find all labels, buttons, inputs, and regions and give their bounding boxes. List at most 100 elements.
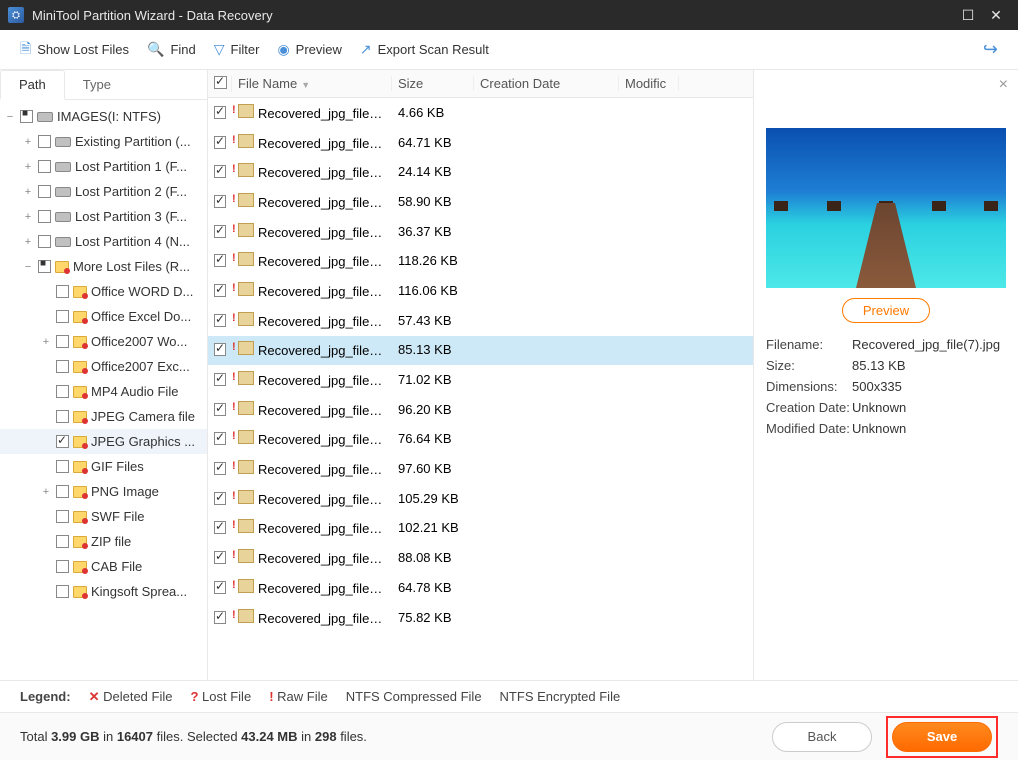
file-row[interactable]: Recovered_jpg_file(78).j... 75.82 KB xyxy=(208,603,753,633)
file-icon xyxy=(238,104,254,118)
tree-item[interactable]: Office Excel Do... xyxy=(0,304,207,329)
row-checkbox[interactable] xyxy=(214,403,226,416)
file-icon xyxy=(238,609,254,623)
file-row[interactable]: Recovered_jpg_file(66).j... 36.37 KB xyxy=(208,217,753,247)
meta-size: 85.13 KB xyxy=(852,358,1006,373)
preview-button[interactable]: ◉Preview xyxy=(277,41,341,58)
row-checkbox[interactable] xyxy=(214,581,226,594)
row-checkbox[interactable] xyxy=(214,432,226,445)
file-row[interactable]: Recovered_jpg_file(72).j... 76.64 KB xyxy=(208,425,753,455)
file-row[interactable]: Recovered_jpg_file(69).j... 57.43 KB xyxy=(208,306,753,336)
tree-item[interactable]: +Lost Partition 3 (F... xyxy=(0,204,207,229)
tree-item[interactable]: Office WORD D... xyxy=(0,279,207,304)
row-checkbox[interactable] xyxy=(214,611,226,624)
tree-item[interactable]: −More Lost Files (R... xyxy=(0,254,207,279)
file-grid[interactable]: Recovered_jpg_file(62).j... 4.66 KB Reco… xyxy=(208,98,753,680)
row-checkbox[interactable] xyxy=(214,492,226,505)
lost-mark-icon: ? xyxy=(190,689,198,704)
row-checkbox[interactable] xyxy=(214,551,226,564)
file-row[interactable]: Recovered_jpg_file(75).j... 102.21 KB xyxy=(208,514,753,544)
col-size[interactable]: Size xyxy=(392,76,474,91)
col-filename[interactable]: File Name▼ xyxy=(232,76,392,91)
close-button[interactable]: ✕ xyxy=(982,7,1010,24)
tree-item[interactable]: JPEG Graphics ... xyxy=(0,429,207,454)
row-checkbox[interactable] xyxy=(214,254,226,267)
col-creation-date[interactable]: Creation Date xyxy=(474,76,619,91)
file-row[interactable]: Recovered_jpg_file(76).j... 88.08 KB xyxy=(208,543,753,573)
toolbar: 🗎Show Lost Files 🔍Find ▽Filter ◉Preview … xyxy=(0,30,1018,70)
tree-item[interactable]: +PNG Image xyxy=(0,479,207,504)
tree-root[interactable]: −IMAGES(I: NTFS) xyxy=(0,104,207,129)
preview-thumbnail xyxy=(766,128,1006,288)
tree-item[interactable]: Kingsoft Sprea... xyxy=(0,579,207,604)
file-row[interactable]: Recovered_jpg_file(71).j... 96.20 KB xyxy=(208,395,753,425)
file-icon xyxy=(238,371,254,385)
file-icon: 🗎 xyxy=(20,38,31,62)
find-button[interactable]: 🔍Find xyxy=(147,41,196,58)
preview-panel: × Preview Filename:Recovered_jpg_file(7)… xyxy=(754,70,1018,680)
file-icon xyxy=(238,460,254,474)
file-icon xyxy=(238,282,254,296)
tab-type[interactable]: Type xyxy=(65,70,129,99)
select-all-checkbox[interactable] xyxy=(214,76,227,89)
tab-path[interactable]: Path xyxy=(0,70,65,100)
row-checkbox[interactable] xyxy=(214,225,226,238)
preview-open-button[interactable]: Preview xyxy=(842,298,930,323)
file-row[interactable]: Recovered_jpg_file(74).j... 105.29 KB xyxy=(208,484,753,514)
row-checkbox[interactable] xyxy=(214,195,226,208)
row-checkbox[interactable] xyxy=(214,106,226,119)
window-title: MiniTool Partition Wizard - Data Recover… xyxy=(32,8,954,23)
save-button[interactable]: Save xyxy=(892,722,992,752)
file-row[interactable]: Recovered_jpg_file(63).j... 64.71 KB xyxy=(208,128,753,158)
tree-item[interactable]: JPEG Camera file xyxy=(0,404,207,429)
file-row[interactable]: Recovered_jpg_file(73).j... 97.60 KB xyxy=(208,454,753,484)
row-checkbox[interactable] xyxy=(214,165,226,178)
file-row[interactable]: Recovered_jpg_file(70).j... 71.02 KB xyxy=(208,365,753,395)
export-icon: ↗ xyxy=(360,41,372,58)
file-row[interactable]: Recovered_jpg_file(64).j... 24.14 KB xyxy=(208,157,753,187)
back-button[interactable]: Back xyxy=(772,722,872,752)
tree-item[interactable]: +Lost Partition 1 (F... xyxy=(0,154,207,179)
file-row[interactable]: Recovered_jpg_file(65).j... 58.90 KB xyxy=(208,187,753,217)
tree-item[interactable]: ZIP file xyxy=(0,529,207,554)
meta-dimensions: 500x335 xyxy=(852,379,1006,394)
file-row[interactable]: Recovered_jpg_file(77).j... 64.78 KB xyxy=(208,573,753,603)
save-highlight: Save xyxy=(886,716,998,758)
row-checkbox[interactable] xyxy=(214,343,226,356)
tree-item[interactable]: SWF File xyxy=(0,504,207,529)
row-checkbox[interactable] xyxy=(214,462,226,475)
share-icon[interactable]: ↪ xyxy=(983,39,998,60)
tree-item[interactable]: GIF Files xyxy=(0,454,207,479)
tree-item[interactable]: +Existing Partition (... xyxy=(0,129,207,154)
preview-metadata: Filename:Recovered_jpg_file(7).jpg Size:… xyxy=(766,337,1006,436)
file-icon xyxy=(238,252,254,266)
tree-item[interactable]: Office2007 Exc... xyxy=(0,354,207,379)
meta-creation-date: Unknown xyxy=(852,400,1006,415)
tree-item[interactable]: CAB File xyxy=(0,554,207,579)
tree-item[interactable]: +Lost Partition 2 (F... xyxy=(0,179,207,204)
col-modified[interactable]: Modific xyxy=(619,76,679,91)
meta-filename: Recovered_jpg_file(7).jpg xyxy=(852,337,1006,352)
file-row[interactable]: Recovered_jpg_file(67).j... 118.26 KB xyxy=(208,246,753,276)
folder-tree[interactable]: −IMAGES(I: NTFS)+Existing Partition (...… xyxy=(0,100,207,680)
legend-bar: Legend: ✕ Deleted File ? Lost File ! Raw… xyxy=(0,680,1018,712)
file-row[interactable]: Recovered_jpg_file(62).j... 4.66 KB xyxy=(208,98,753,128)
tree-item[interactable]: MP4 Audio File xyxy=(0,379,207,404)
filter-button[interactable]: ▽Filter xyxy=(214,41,260,58)
show-lost-files-button[interactable]: 🗎Show Lost Files xyxy=(20,38,129,62)
export-button[interactable]: ↗Export Scan Result xyxy=(360,41,489,58)
row-checkbox[interactable] xyxy=(214,284,226,297)
row-checkbox[interactable] xyxy=(214,373,226,386)
tree-item[interactable]: +Office2007 Wo... xyxy=(0,329,207,354)
eye-icon: ◉ xyxy=(277,41,289,58)
maximize-button[interactable]: ☐ xyxy=(954,7,982,24)
file-row[interactable]: Recovered_jpg_file(68).j... 116.06 KB xyxy=(208,276,753,306)
title-bar: ⛭ MiniTool Partition Wizard - Data Recov… xyxy=(0,0,1018,30)
tree-item[interactable]: +Lost Partition 4 (N... xyxy=(0,229,207,254)
status-text: Total 3.99 GB in 16407 files. Selected 4… xyxy=(20,729,367,744)
file-row[interactable]: Recovered_jpg_file(7).jpg 85.13 KB xyxy=(208,336,753,366)
row-checkbox[interactable] xyxy=(214,314,226,327)
row-checkbox[interactable] xyxy=(214,521,226,534)
preview-close-icon[interactable]: × xyxy=(999,76,1008,94)
row-checkbox[interactable] xyxy=(214,136,226,149)
